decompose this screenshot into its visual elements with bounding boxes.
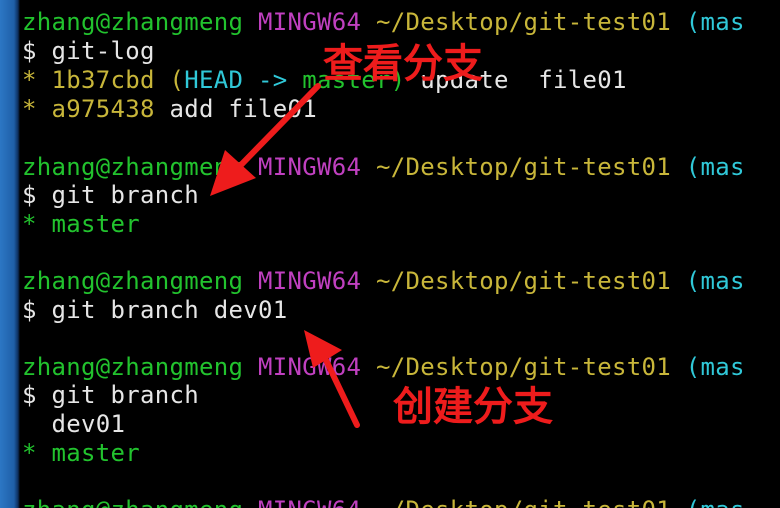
prompt-system: MINGW64: [258, 496, 361, 508]
command-text: git branch dev01: [51, 296, 288, 324]
commit-hash: 1b37cbd: [51, 66, 155, 94]
prompt-path: ~/Desktop/git-test01: [376, 353, 671, 381]
log-bullet: *: [22, 66, 37, 94]
prompt-user: zhang@zhangmeng: [22, 8, 244, 36]
command-text: git-log: [51, 37, 155, 65]
prompt-path: ~/Desktop/git-test01: [376, 153, 671, 181]
log-line: * a975438 add file01: [22, 95, 317, 124]
prompt-path: ~/Desktop/git-test01: [376, 267, 671, 295]
log-bullet: *: [22, 95, 37, 123]
command-line: $ git branch: [22, 181, 199, 210]
command-text: git branch: [51, 381, 199, 409]
dollar-sign: $: [22, 296, 37, 324]
prompt-user: zhang@zhangmeng: [22, 496, 243, 508]
prompt-branch: (mas: [686, 496, 745, 508]
prompt-branch: (mas: [685, 267, 745, 295]
prompt-user: zhang@zhangmeng: [22, 267, 244, 295]
output-line: * master: [22, 439, 140, 468]
prompt-branch: (mas: [685, 153, 745, 181]
output-line: dev01: [22, 410, 125, 439]
prompt-line: zhang@zhangmeng MINGW64 ~/Desktop/git-te…: [22, 267, 745, 296]
dollar-sign: $: [22, 181, 37, 209]
current-branch-bullet: *: [22, 439, 37, 467]
prompt-system: MINGW64: [258, 8, 362, 36]
prompt-path: ~/Desktop/git-test01: [376, 8, 671, 36]
prompt-user: zhang@zhangmeng: [22, 153, 244, 181]
prompt-path: ~/Desktop/git-test01: [376, 496, 671, 508]
prompt-system: MINGW64: [258, 153, 362, 181]
output-line: * master: [22, 210, 140, 239]
prompt-line: zhang@zhangmeng MINGW64 ~/Desktop/git-te…: [22, 353, 745, 382]
prompt-branch: (mas: [685, 8, 745, 36]
prompt-system: MINGW64: [258, 353, 362, 381]
annotation-create-branch: 创建分支: [393, 384, 553, 430]
command-text: git branch: [51, 181, 199, 209]
prompt-line: zhang@zhangmeng MINGW64 ~/Desktop/git-te…: [22, 8, 745, 37]
command-line: $ git-log: [22, 37, 155, 66]
desktop-background: zhang@zhangmeng MINGW64 ~/Desktop/git-te…: [0, 0, 780, 508]
annotation-view-branches: 查看分支: [323, 41, 483, 87]
branch-name: master: [51, 439, 140, 467]
prompt-branch: (mas: [685, 353, 745, 381]
commit-message: add file01: [169, 95, 317, 123]
head-ref: HEAD ->: [184, 66, 288, 94]
prompt-user: zhang@zhangmeng: [22, 353, 244, 381]
current-branch-bullet: *: [22, 210, 37, 238]
ref-open: (: [169, 66, 185, 94]
dollar-sign: $: [22, 37, 37, 65]
prompt-system: MINGW64: [258, 267, 362, 295]
branch-name: master: [51, 210, 140, 238]
prompt-line: zhang@zhangmeng MINGW64 ~/Desktop/git-te…: [22, 496, 745, 508]
command-line: $ git branch dev01: [22, 296, 288, 325]
dollar-sign: $: [22, 381, 37, 409]
prompt-line: zhang@zhangmeng MINGW64 ~/Desktop/git-te…: [22, 153, 745, 182]
commit-hash: a975438: [51, 95, 155, 123]
branch-name: dev01: [51, 410, 126, 438]
command-line: $ git branch: [22, 381, 199, 410]
